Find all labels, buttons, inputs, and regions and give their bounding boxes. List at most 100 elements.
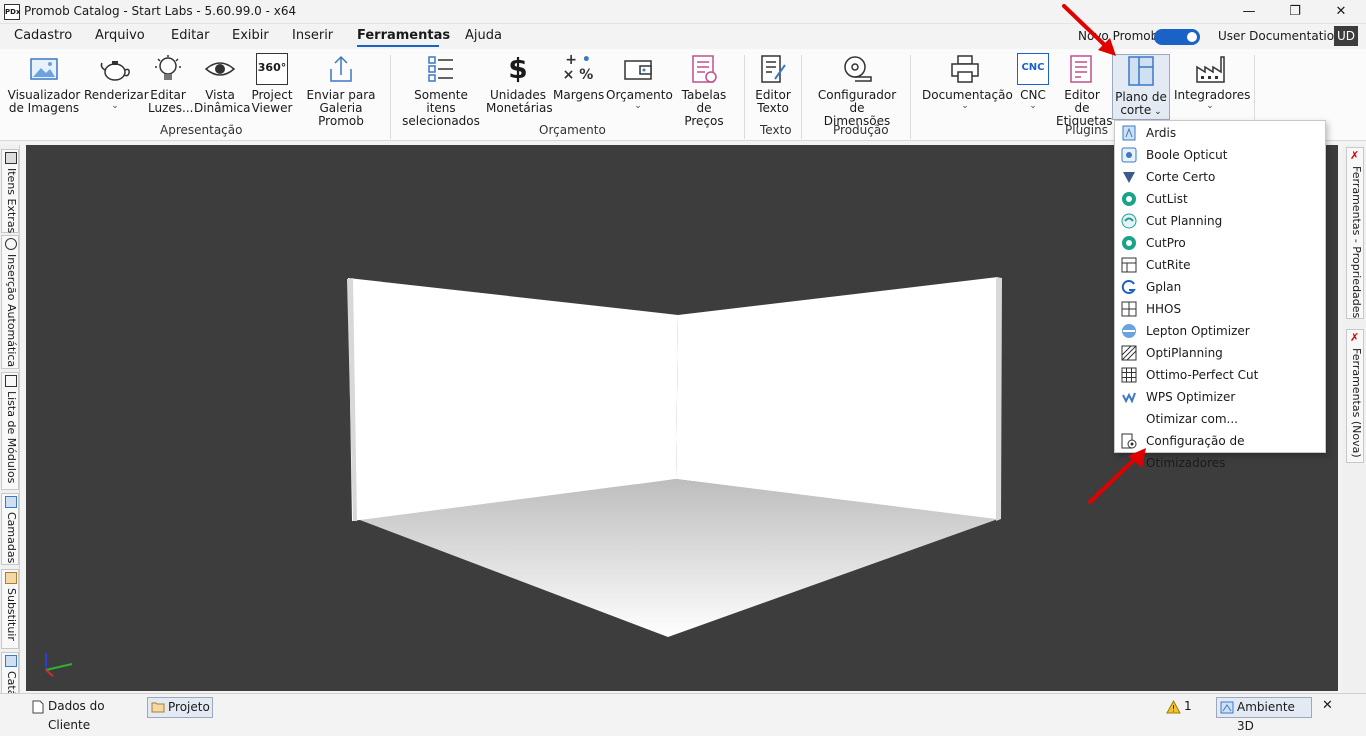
integradores-button[interactable]: Integradores ⌄ <box>1174 53 1250 111</box>
menu-item-label: Otimizar com... <box>1146 412 1238 426</box>
group-label-texto: Texto <box>760 123 792 137</box>
menu-cadastro[interactable]: Cadastro <box>14 28 72 43</box>
vista-dinamica-button[interactable]: Vista Dinâmica <box>194 53 251 115</box>
warning-count: 1 <box>1184 699 1192 713</box>
dollar-icon: $ <box>508 52 528 85</box>
tab-ambiente-3d[interactable]: Ambiente 3D <box>1216 697 1312 733</box>
configurador-label-1: Configurador de <box>817 88 897 115</box>
minimize-icon[interactable]: — <box>1226 0 1272 24</box>
corte-certo-icon <box>1123 172 1135 183</box>
somente-itens-button[interactable]: Somente itens selecionados <box>400 53 482 128</box>
cutrite-icon <box>1121 257 1137 273</box>
editar-luzes-button[interactable]: Editar Luzes... <box>148 53 193 115</box>
project-viewer-button[interactable]: 360° Project Viewer <box>250 53 294 115</box>
close-tab-icon[interactable]: ✕ <box>1322 698 1333 713</box>
status-bar: Dados do Cliente Projeto 1 Ambiente 3D ✕ <box>0 693 1366 733</box>
tab-camadas[interactable]: Camadas <box>1 493 19 565</box>
menu-item-otimizar-com[interactable]: Otimizar com... <box>1115 408 1325 430</box>
enviar-galeria-label-2: Galeria Promob <box>318 101 364 128</box>
close-icon[interactable]: ✕ <box>1318 0 1364 24</box>
menu-item-optiplanning[interactable]: OptiPlanning <box>1115 342 1325 364</box>
orcamento-label: Orçamento <box>606 88 673 102</box>
gplan-icon <box>1121 280 1136 294</box>
enviar-galeria-label-1: Enviar para <box>306 88 376 102</box>
lepton-icon <box>1122 324 1136 338</box>
tabelas-precos-button[interactable]: Tabelas de Preços <box>674 53 734 128</box>
tab-insercao-automatica[interactable]: Inserção Automática <box>1 235 19 369</box>
list-icon <box>5 375 17 387</box>
text-editor-icon <box>761 55 786 83</box>
margens-label: Margens <box>553 88 605 102</box>
avatar[interactable]: UD <box>1334 26 1358 46</box>
somente-itens-label-2: selecionados <box>402 114 480 128</box>
tab-ferramentas-nova[interactable]: ✗ Ferramentas (Nova) <box>1346 329 1364 463</box>
wall-right-edge <box>996 277 1002 521</box>
folder-icon <box>151 702 165 713</box>
editor-etiquetas-label-1: Editor de <box>1064 88 1100 115</box>
unidades-monetarias-button[interactable]: $ Unidades Monetárias <box>486 52 553 115</box>
documentacao-button[interactable]: Documentação ⌄ <box>922 53 1013 111</box>
menu-item-label: Ardis <box>1146 126 1177 140</box>
menu-item-cutpro[interactable]: CutPro <box>1115 232 1325 254</box>
menu-editar[interactable]: Editar <box>171 28 210 43</box>
menu-arquivo[interactable]: Arquivo <box>95 28 145 43</box>
warning-indicator[interactable]: 1 <box>1164 697 1200 718</box>
menu-exibir[interactable]: Exibir <box>232 28 269 43</box>
tab-lista-modulos[interactable]: Lista de Módulos <box>1 372 19 490</box>
editar-luzes-label-1: Editar <box>150 88 186 102</box>
menu-ferramentas[interactable]: Ferramentas <box>357 28 450 43</box>
cnc-icon: CNC <box>1017 53 1049 85</box>
group-label-apresentacao: Apresentação <box>160 123 243 137</box>
tab-projeto[interactable]: Projeto <box>147 697 213 718</box>
maximize-icon[interactable]: ❐ <box>1272 0 1318 24</box>
visualizador-label-2: de Imagens <box>8 101 80 115</box>
measuring-tape-icon <box>844 56 872 82</box>
menu-item-wps-optimizer[interactable]: WPS Optimizer <box>1115 386 1325 408</box>
cnc-button[interactable]: CNC CNC ⌄ <box>1014 53 1052 111</box>
cnc-label: CNC <box>1020 88 1046 102</box>
configurador-dimensoes-button[interactable]: Configurador de Dimensões <box>810 53 904 128</box>
editor-etiquetas-button[interactable]: Editor de Etiquetas <box>1056 53 1113 128</box>
new-promob-toggle[interactable] <box>1154 29 1200 45</box>
renderizar-button[interactable]: Renderizar ⌄ <box>84 53 149 111</box>
teapot-icon <box>100 61 130 81</box>
chevron-down-icon: ⌄ <box>1151 107 1162 117</box>
menu-item-ottimo-perfect-cut[interactable]: Ottimo-Perfect Cut <box>1115 364 1325 386</box>
menu-item-gplan[interactable]: Gplan <box>1115 276 1325 298</box>
editor-texto-button[interactable]: Editor Texto <box>752 53 794 115</box>
tab-itens-extras[interactable]: Itens Extras <box>1 149 19 233</box>
integradores-label: Integradores <box>1174 88 1251 102</box>
hhos-icon <box>1121 301 1137 317</box>
tab-insercao-label: Inserção Automática <box>5 254 18 368</box>
plano-corte-button[interactable]: Plano de corte ⌄ <box>1112 54 1170 120</box>
visualizador-imagens-button[interactable]: Visualizador de Imagens <box>6 53 82 115</box>
menu-item-boole-opticut[interactable]: Boole Opticut <box>1115 144 1325 166</box>
orcamento-button[interactable]: Orçamento ⌄ <box>606 53 673 111</box>
group-label-orcamento: Orçamento <box>539 123 606 137</box>
menu-item-corte-certo[interactable]: Corte Certo <box>1115 166 1325 188</box>
tab-dados-cliente[interactable]: Dados do Cliente <box>28 697 144 732</box>
tab-ferramentas-propriedades[interactable]: ✗ Ferramentas - Propriedades <box>1346 147 1364 319</box>
image-viewer-icon <box>30 58 58 80</box>
menu-ajuda[interactable]: Ajuda <box>465 28 502 43</box>
menu-item-cutlist[interactable]: CutList <box>1115 188 1325 210</box>
margens-button[interactable]: + • × % Margens <box>553 53 605 102</box>
menu-item-cutrite[interactable]: CutRite <box>1115 254 1325 276</box>
group-separator <box>390 55 391 139</box>
chevron-down-icon: ⌄ <box>961 101 969 111</box>
eye-icon <box>204 62 236 76</box>
menu-inserir[interactable]: Inserir <box>292 28 333 43</box>
tab-substituir[interactable]: Substituir <box>1 569 19 649</box>
factory-icon <box>1196 56 1225 83</box>
group-separator <box>744 55 745 139</box>
menu-item-cut-planning[interactable]: Cut Planning <box>1115 210 1325 232</box>
menu-item-label: WPS Optimizer <box>1146 390 1236 404</box>
menu-item-lepton-optimizer[interactable]: Lepton Optimizer <box>1115 320 1325 342</box>
menu-item-ardis[interactable]: Ardis <box>1115 122 1325 144</box>
user-name[interactable]: User Documentation <box>1218 29 1342 43</box>
group-label-plugins: Plugins <box>1065 123 1108 137</box>
ardis-icon <box>1122 125 1136 141</box>
enviar-galeria-button[interactable]: Enviar para Galeria Promob <box>298 53 384 128</box>
menu-item-hhos[interactable]: HHOS <box>1115 298 1325 320</box>
window-title: Promob Catalog - Start Labs - 5.60.99.0 … <box>24 4 297 18</box>
